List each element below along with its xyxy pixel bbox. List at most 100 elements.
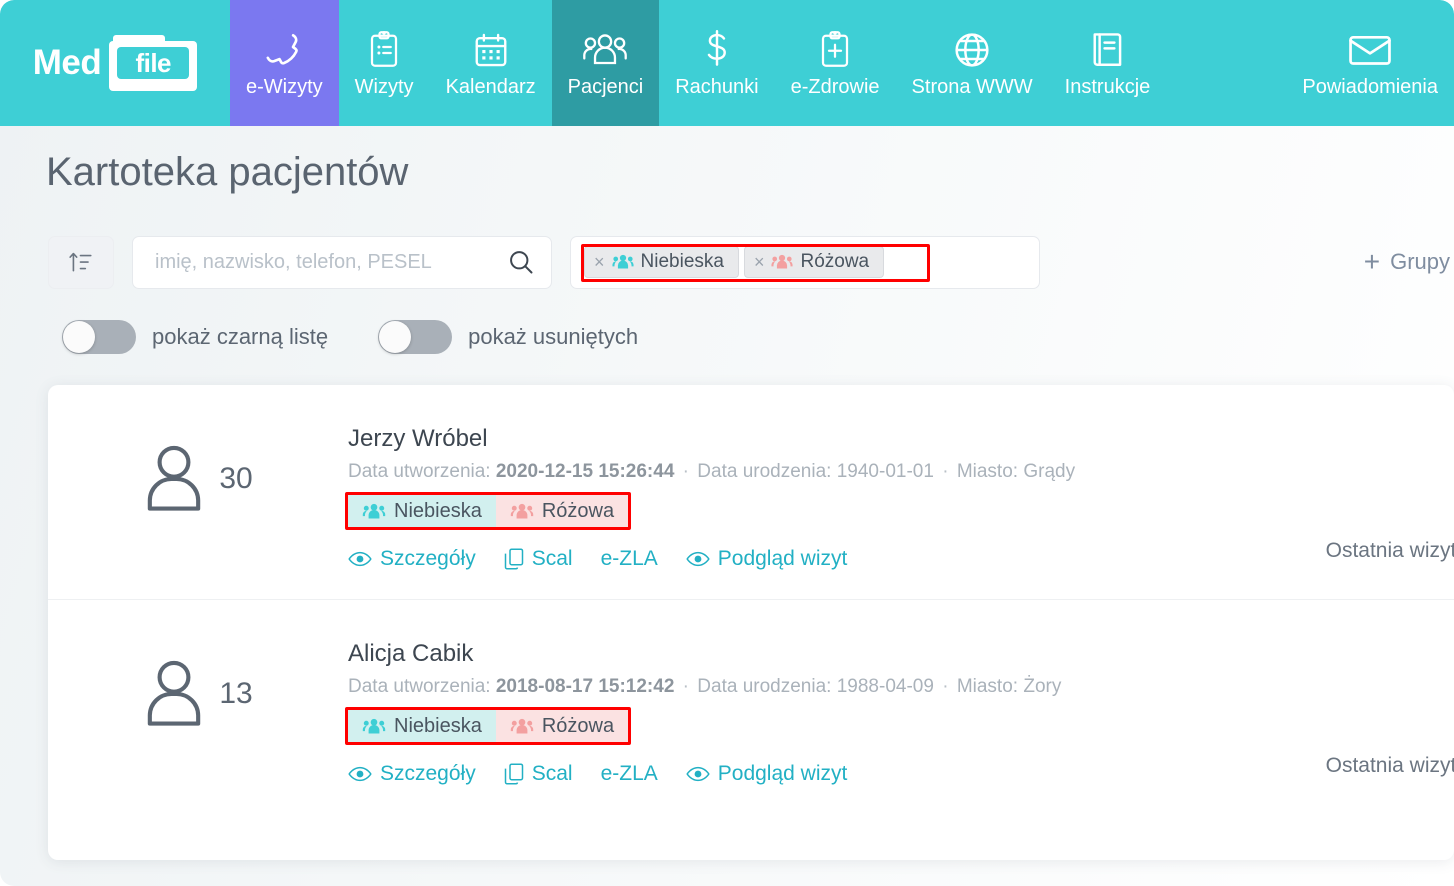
action-podglad-wizyt[interactable]: Podgląd wizyt — [686, 547, 848, 571]
patient-meta: Data utworzenia: 2020-12-15 15:26:44 · D… — [348, 461, 1434, 483]
nav-item-kalendarz[interactable]: Kalendarz — [430, 0, 552, 126]
brand-logo[interactable]: Med file — [0, 0, 230, 126]
book-icon — [1089, 30, 1125, 70]
copy-icon — [504, 763, 524, 785]
action-label: Scal — [531, 762, 573, 785]
patient-name: Jerzy Wróbel — [348, 425, 488, 452]
patient-info: Alicja Cabik Data utworzenia: 2018-08-17… — [345, 640, 1454, 786]
avatar-column: 30 — [48, 425, 348, 515]
nav-label-e-wizyty: e-Wizyty — [246, 75, 323, 98]
add-group-button[interactable]: + Grupy — [1364, 248, 1454, 276]
remove-chip-icon[interactable]: × — [594, 253, 605, 271]
toggle-knob — [63, 321, 95, 353]
patient-count: 30 — [219, 462, 253, 495]
sort-ascending-icon — [68, 249, 94, 275]
search-input[interactable] — [155, 250, 499, 274]
nav-label-instrukcje: Instrukcje — [1064, 75, 1151, 98]
birth-label: Data urodzenia: — [697, 676, 832, 697]
nav-label-rachunki: Rachunki — [675, 75, 759, 98]
tag-filter-box[interactable]: × Niebieska × Różowa — [570, 235, 1040, 289]
filter-chip-label: Niebieska — [640, 251, 724, 272]
action-label: Podgląd wizyt — [717, 547, 848, 570]
nav-label-strona-www: Strona WWW — [911, 75, 1033, 98]
toggle-deleted-switch[interactable] — [378, 320, 453, 354]
toggle-blacklist-switch[interactable] — [62, 320, 136, 354]
search-box[interactable] — [132, 235, 552, 289]
dollar-icon — [702, 29, 732, 70]
nav-label-pacjenci: Pacjenci — [567, 75, 644, 98]
action-szczegoly[interactable]: Szczegóły — [348, 547, 476, 571]
patient-meta: Data utworzenia: 2018-08-17 15:12:42 · D… — [348, 676, 1434, 698]
patient-row[interactable]: 13 Alicja Cabik Data utworzenia: 2018-08… — [48, 599, 1454, 814]
patient-tag-rozowa[interactable]: Różowa — [495, 495, 629, 527]
people-icon — [510, 718, 534, 735]
created-value: 2018-08-17 15:12:42 — [495, 676, 675, 697]
page-title: Kartoteka pacjentów — [46, 150, 409, 194]
brand-text-med: Med — [32, 43, 102, 82]
nav-label-wizyty: Wizyty — [354, 75, 414, 98]
nav-item-rachunki[interactable]: Rachunki — [659, 0, 774, 126]
patient-tags: Niebieska Różowa — [345, 707, 632, 745]
filter-chip-label: Różowa — [800, 251, 870, 272]
brand-folder-icon: file — [109, 35, 198, 91]
nav-label-powiadomienia: Powiadomienia — [1302, 75, 1438, 98]
people-icon — [582, 30, 628, 70]
birth-label: Data urodzenia: — [697, 461, 832, 482]
search-icon[interactable] — [507, 248, 535, 276]
brand-text-file: file — [117, 47, 190, 79]
patient-info: Jerzy Wróbel Data utworzenia: 2020-12-15… — [345, 425, 1454, 571]
created-label: Data utworzenia: — [348, 676, 491, 697]
globe-icon — [952, 30, 992, 70]
nav-item-wizyty[interactable]: Wizyty — [339, 0, 430, 126]
patient-name: Alicja Cabik — [348, 640, 474, 667]
app-window: Med file e-Wizyty Wizyty Kalendarz Pacje… — [0, 0, 1454, 886]
patient-tag-label: Różowa — [541, 714, 615, 737]
nav-item-e-zdrowie[interactable]: e-Zdrowie — [775, 0, 896, 126]
calendar-icon — [472, 30, 510, 70]
toggle-deleted-label: pokaż usuniętych — [468, 324, 639, 349]
people-icon — [362, 503, 386, 520]
action-podglad-wizyt[interactable]: Podgląd wizyt — [686, 762, 848, 786]
plus-icon: + — [1363, 246, 1381, 277]
action-e-zla[interactable]: e-ZLA — [601, 547, 658, 571]
city-label: Miasto: — [956, 461, 1019, 482]
nav-item-strona-www[interactable]: Strona WWW — [896, 0, 1049, 126]
nav-item-pacjenci[interactable]: Pacjenci — [551, 0, 660, 126]
patient-count: 13 — [219, 677, 253, 710]
nav-item-e-wizyty[interactable]: e-Wizyty — [230, 0, 339, 126]
eye-icon — [686, 765, 710, 783]
sort-button[interactable] — [48, 235, 114, 289]
nav-item-powiadomienia[interactable]: Powiadomienia — [1286, 0, 1454, 126]
clipboard-plus-icon — [817, 30, 853, 70]
meta-separator: · — [682, 461, 689, 482]
action-label: Podgląd wizyt — [717, 762, 848, 785]
meta-separator: · — [682, 676, 689, 697]
avatar — [143, 443, 205, 515]
toggle-blacklist[interactable]: pokaż czarną listę — [62, 320, 328, 354]
patient-row[interactable]: 30 Jerzy Wróbel Data utworzenia: 2020-12… — [48, 385, 1454, 599]
avatar-column: 13 — [48, 640, 348, 730]
patient-tag-rozowa[interactable]: Różowa — [495, 710, 629, 742]
patient-actions: Szczegóły Scal e-ZLA Podgląd wizyt — [348, 547, 1434, 571]
action-szczegoly[interactable]: Szczegóły — [348, 762, 476, 786]
patient-tag-niebieska[interactable]: Niebieska — [348, 495, 496, 527]
patient-tag-label: Niebieska — [394, 499, 482, 522]
people-icon — [510, 503, 534, 520]
eye-icon — [348, 550, 372, 568]
birth-value: 1940-01-01 — [836, 461, 934, 482]
toggle-deleted[interactable]: pokaż usuniętych — [378, 320, 638, 354]
action-label: e-ZLA — [600, 547, 658, 570]
nav-item-instrukcje[interactable]: Instrukcje — [1049, 0, 1167, 126]
filter-chip-rozowa[interactable]: × Różowa — [743, 246, 885, 278]
action-e-zla[interactable]: e-ZLA — [601, 762, 658, 786]
city-value: Żory — [1023, 676, 1062, 697]
patient-tag-niebieska[interactable]: Niebieska — [348, 710, 496, 742]
filter-chip-niebieska[interactable]: × Niebieska — [584, 246, 739, 278]
patient-tags: Niebieska Różowa — [345, 492, 632, 530]
action-scal[interactable]: Scal — [504, 762, 573, 786]
remove-chip-icon[interactable]: × — [754, 253, 765, 271]
action-scal[interactable]: Scal — [504, 547, 573, 571]
eye-icon — [686, 550, 710, 568]
city-label: Miasto: — [956, 676, 1019, 697]
